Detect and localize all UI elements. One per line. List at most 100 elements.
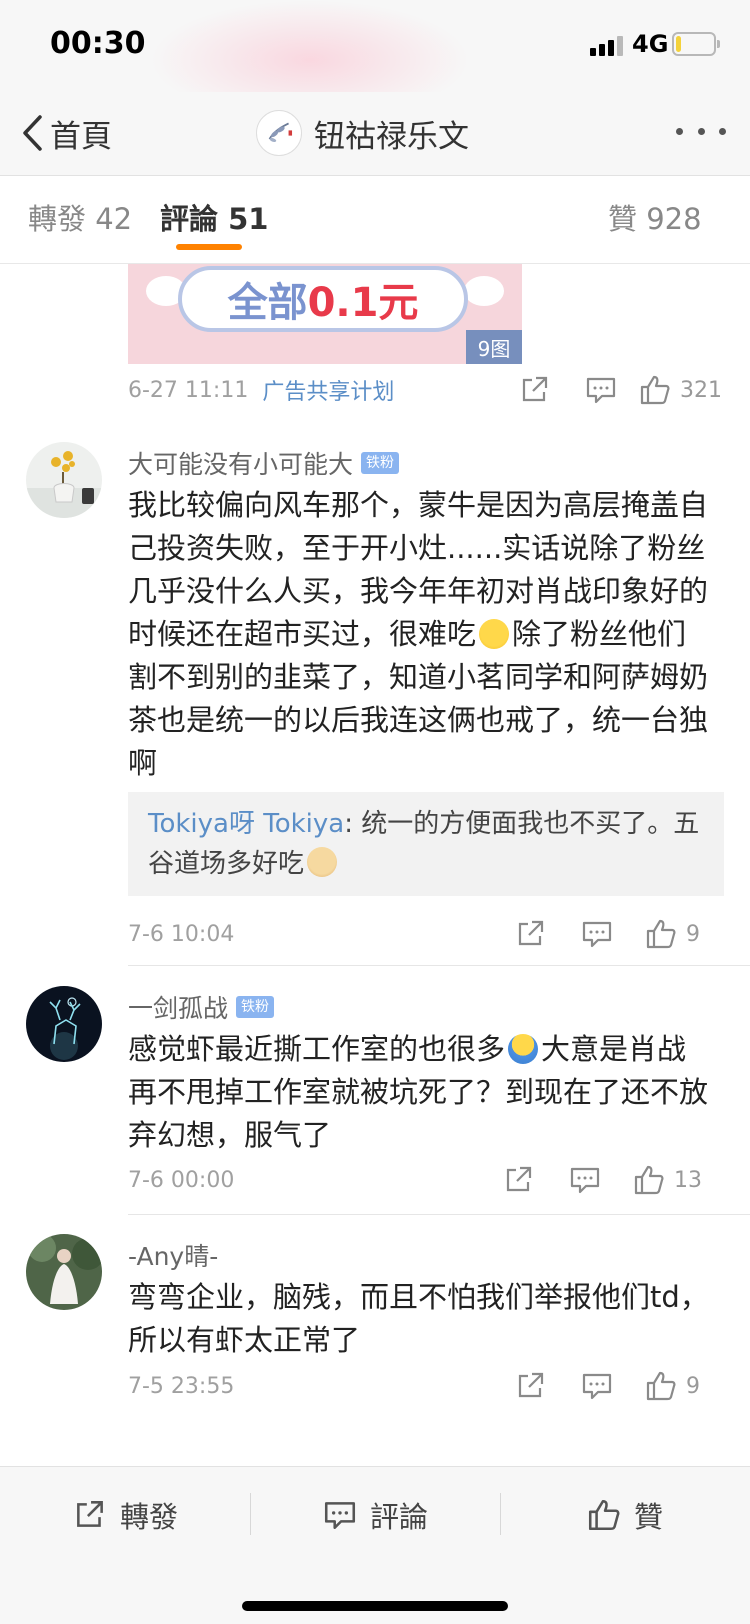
bottom-action-bar: 轉發 評論 贊 bbox=[0, 1466, 750, 1624]
ad-image-text: 全部 0.1元 bbox=[178, 266, 468, 332]
network-label: 4G bbox=[632, 30, 669, 58]
commenter-header: -Any晴- bbox=[128, 1238, 218, 1272]
commenter-header: 大可能没有小可能大 铁粉 bbox=[128, 445, 400, 481]
comment-label: 評論 bbox=[370, 1500, 429, 1534]
commenter-name[interactable]: 大可能没有小可能大 bbox=[128, 445, 353, 481]
profile-title[interactable]: 钮祜禄乐文 bbox=[256, 106, 469, 160]
comment-timestamp: 7-6 00:00 bbox=[128, 1167, 235, 1193]
comment-divider bbox=[128, 965, 750, 966]
share-icon bbox=[518, 920, 544, 946]
comment-text: 我比较偏向风车那个，蒙牛是因为高层掩盖自己投资失败，至于开小灶......实话说… bbox=[128, 484, 714, 785]
share-icon bbox=[77, 1501, 103, 1527]
tab-comments[interactable]: 評論 51 bbox=[160, 196, 269, 250]
comment-meta: 7-6 10:04 9 bbox=[128, 914, 728, 954]
like-button[interactable]: 13 bbox=[632, 1164, 702, 1196]
fan-badge: 铁粉 bbox=[361, 452, 400, 474]
laugh-cry-emoji-icon bbox=[479, 619, 510, 649]
comment-text-part: 感觉虾最近撕工作室的也很多 bbox=[128, 1032, 506, 1066]
back-label: 首頁 bbox=[50, 118, 112, 155]
comment-icon bbox=[324, 1502, 356, 1529]
ad-image[interactable]: 全部 0.1元 9图 bbox=[128, 264, 522, 364]
like-button[interactable]: 9 bbox=[644, 918, 700, 950]
post-timestamp: 6-27 11:11 bbox=[128, 377, 249, 403]
post-meta: 6-27 11:11 广告共享计划 321 bbox=[128, 370, 728, 410]
page-title: 钮祜禄乐文 bbox=[314, 118, 469, 155]
comment-text: 弯弯企业，脑残，而且不怕我们举报他们td，所以有虾太正常了 bbox=[128, 1280, 709, 1357]
status-bar: 00:30 4G bbox=[0, 0, 750, 120]
repost-button[interactable]: 轉發 bbox=[72, 1491, 178, 1539]
comment-button[interactable] bbox=[580, 918, 614, 950]
more-dots-icon[interactable] bbox=[676, 128, 726, 140]
like-button[interactable]: 321 bbox=[638, 374, 722, 406]
like-count: 321 bbox=[680, 377, 722, 403]
tab-count: 51 bbox=[228, 202, 269, 236]
ad-text-a: 全部 bbox=[227, 280, 308, 326]
reply-author[interactable]: Tokiya呀 Tokiya bbox=[148, 809, 344, 839]
like-action-button[interactable]: 贊 bbox=[586, 1491, 663, 1539]
like-count: 9 bbox=[686, 1373, 700, 1399]
tab-count: 928 bbox=[646, 202, 702, 236]
profile-avatar bbox=[256, 110, 302, 156]
comment-meta: 7-6 00:00 13 bbox=[128, 1160, 728, 1200]
avatar-image bbox=[26, 1234, 102, 1310]
comment-action-button[interactable]: 評論 bbox=[322, 1491, 428, 1539]
reply-preview[interactable]: Tokiya呀 Tokiya: 统一的方便面我也不买了。五谷道场多好吃 bbox=[128, 792, 724, 896]
leaf-logo-icon bbox=[268, 122, 293, 142]
comment-button[interactable] bbox=[584, 374, 618, 406]
like-count: 9 bbox=[686, 921, 700, 947]
cloud-decoration bbox=[464, 276, 504, 306]
comment-button[interactable] bbox=[580, 1370, 614, 1402]
avatar-image bbox=[26, 986, 102, 1062]
comment-button[interactable] bbox=[568, 1164, 602, 1196]
nav-bar: 首頁 钮祜禄乐文 bbox=[0, 92, 750, 176]
tab-likes[interactable]: 贊 928 bbox=[608, 196, 702, 238]
like-button[interactable]: 9 bbox=[644, 1370, 700, 1402]
commenter-name[interactable]: -Any晴- bbox=[128, 1237, 218, 1273]
share-icon bbox=[518, 1372, 544, 1398]
comment-icon bbox=[582, 921, 612, 948]
commenter-header: 一剑孤战 铁粉 bbox=[128, 989, 275, 1025]
battery-icon bbox=[672, 32, 720, 56]
comment-icon bbox=[586, 377, 616, 404]
thumbs-up-icon bbox=[646, 1371, 676, 1401]
share-button[interactable] bbox=[514, 918, 548, 950]
thumbs-up-icon bbox=[634, 1165, 664, 1195]
like-label: 贊 bbox=[634, 1500, 664, 1534]
comment-timestamp: 7-6 10:04 bbox=[128, 921, 235, 947]
tab-count: 42 bbox=[95, 202, 133, 236]
repost-label: 轉發 bbox=[120, 1500, 179, 1534]
comment-text: 感觉虾最近撕工作室的也很多 大意是肖战再不甩掉工作室就被坑死了？到现在了还不放弃幻… bbox=[128, 1028, 714, 1157]
status-time: 00:30 bbox=[50, 26, 146, 61]
active-tab-indicator bbox=[176, 244, 242, 250]
like-count: 13 bbox=[674, 1167, 702, 1193]
tab-label: 贊 bbox=[608, 202, 638, 236]
avatar-image bbox=[26, 442, 102, 518]
bar-divider bbox=[250, 1493, 251, 1535]
ad-text-b: 0.1元 bbox=[307, 280, 419, 326]
chevron-left-icon bbox=[23, 115, 42, 151]
share-button[interactable] bbox=[514, 1370, 548, 1402]
tab-label: 評論 bbox=[160, 202, 219, 236]
ad-link[interactable]: 广告共享计划 bbox=[262, 374, 394, 406]
commenter-avatar[interactable] bbox=[26, 986, 102, 1062]
doge-emoji-icon bbox=[307, 847, 338, 877]
shrug-emoji-icon bbox=[508, 1034, 539, 1064]
comment-divider bbox=[128, 1214, 750, 1215]
fan-badge: 铁粉 bbox=[236, 996, 275, 1018]
tab-reposts[interactable]: 轉發 42 bbox=[28, 196, 132, 238]
share-button[interactable] bbox=[502, 1164, 536, 1196]
comment-timestamp: 7-5 23:55 bbox=[128, 1373, 235, 1399]
commenter-avatar[interactable] bbox=[26, 1234, 102, 1310]
comment-icon bbox=[570, 1167, 600, 1194]
back-button[interactable]: 首頁 bbox=[20, 108, 112, 158]
share-icon bbox=[506, 1166, 532, 1192]
share-icon bbox=[522, 376, 548, 402]
thumbs-up-icon bbox=[646, 919, 676, 949]
commenter-name[interactable]: 一剑孤战 bbox=[128, 989, 228, 1025]
comment-feed[interactable]: 全部 0.1元 9图 6-27 11:11 广告共享计划 321 大可能没有小可… bbox=[0, 264, 750, 1466]
share-button[interactable] bbox=[518, 374, 552, 406]
thumbs-up-icon bbox=[640, 375, 670, 405]
signal-icon bbox=[590, 34, 626, 56]
commenter-avatar[interactable] bbox=[26, 442, 102, 518]
home-indicator[interactable] bbox=[242, 1601, 508, 1611]
